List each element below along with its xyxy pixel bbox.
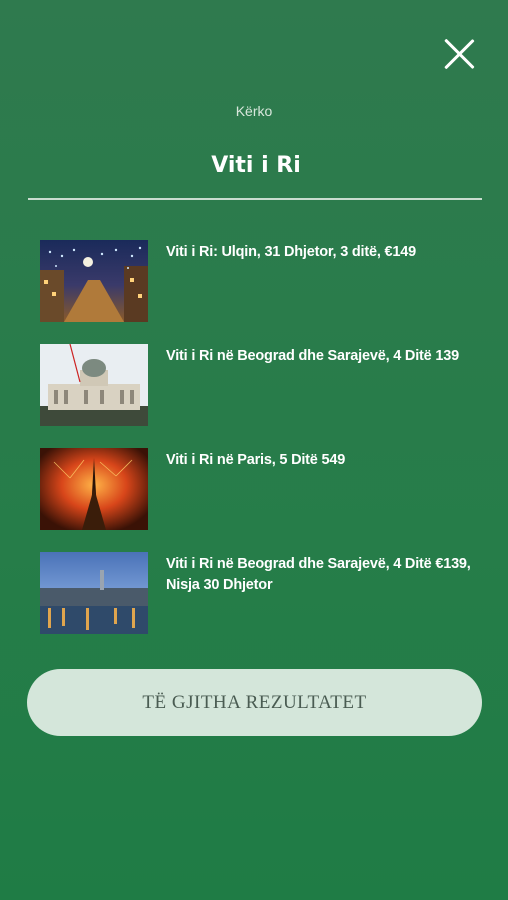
- result-title: Viti i Ri: Ulqin, 31 Dhjetor, 3 ditë, €1…: [166, 244, 416, 260]
- parliament-building-photo: [40, 344, 148, 426]
- close-icon[interactable]: [441, 36, 477, 72]
- street-night-lights-photo: [40, 240, 148, 322]
- all-results-button[interactable]: TË GJITHA REZULTATET: [27, 669, 482, 736]
- result-item[interactable]: Viti i Ri: Ulqin, 31 Dhjetor, 3 ditë, €1…: [40, 238, 480, 342]
- search-divider: [28, 198, 482, 200]
- result-item[interactable]: Viti i Ri në Beograd dhe Sarajevë, 4 Dit…: [40, 550, 480, 654]
- search-input[interactable]: [28, 144, 484, 186]
- river-city-dusk-photo: [40, 552, 148, 634]
- eiffel-fireworks-photo: [40, 448, 148, 530]
- results-list: Viti i Ri: Ulqin, 31 Dhjetor, 3 ditë, €1…: [40, 238, 480, 654]
- search-label: Kërko: [235, 103, 273, 119]
- result-title: Viti i Ri në Paris, 5 Ditë 549: [166, 452, 346, 468]
- result-title: Viti i Ri në Beograd dhe Sarajevë, 4 Dit…: [166, 348, 459, 364]
- result-item[interactable]: Viti i Ri në Beograd dhe Sarajevë, 4 Dit…: [40, 342, 480, 446]
- result-item[interactable]: Viti i Ri në Paris, 5 Ditë 549: [40, 446, 480, 550]
- search-overlay: Kërko Viti i Ri Viti i Ri: Ulqin, 31 Dhj…: [0, 0, 508, 900]
- result-title: Viti i Ri në Beograd dhe Sarajevë, 4 Dit…: [166, 556, 471, 593]
